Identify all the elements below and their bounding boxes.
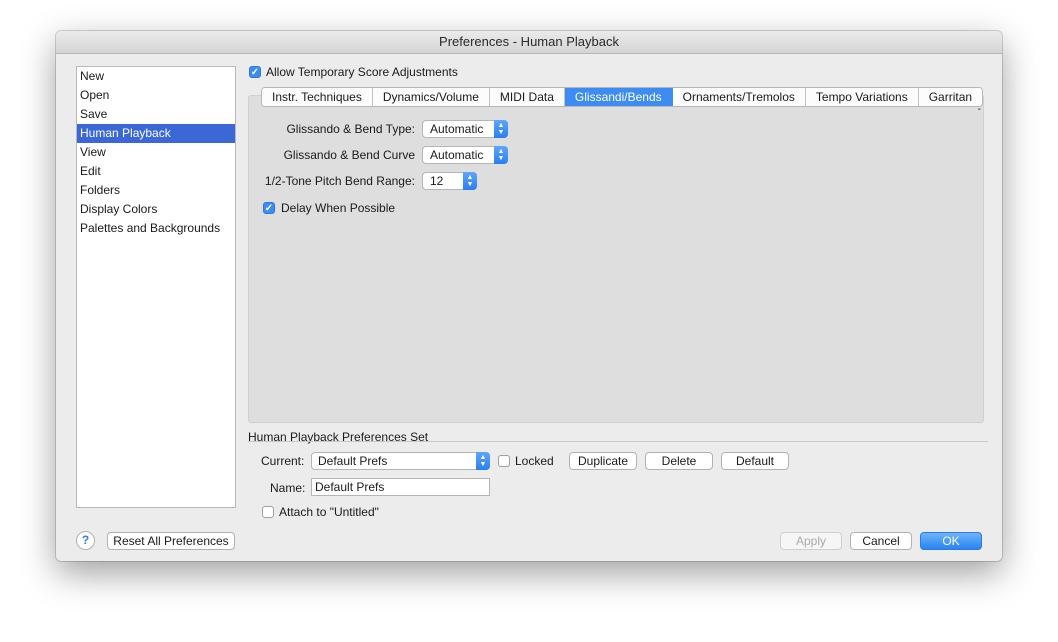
prefs-set-divider [248,441,988,442]
sidebar-item-folders[interactable]: Folders [77,181,235,200]
sidebar-item-human-playback[interactable]: Human Playback [77,124,235,143]
glissando-curve-popup[interactable]: Automatic ▲ ▼ [422,146,508,164]
sidebar-item-palettes-backgrounds[interactable]: Palettes and Backgrounds [77,219,235,238]
tab-dynamics-volume[interactable]: Dynamics/Volume [372,88,490,106]
pitch-bend-range-popup[interactable]: 12 ▲ ▼ [422,172,477,190]
name-field[interactable]: Default Prefs [311,478,490,496]
pitch-bend-range-value: 12 [430,174,444,188]
tab-midi-data[interactable]: MIDI Data [489,88,565,106]
sidebar-item-open[interactable]: Open [77,86,235,105]
default-button[interactable]: Default [721,452,789,470]
delete-button[interactable]: Delete [645,452,713,470]
sidebar-item-save[interactable]: Save [77,105,235,124]
duplicate-button[interactable]: Duplicate [569,452,637,470]
preferences-window: Preferences - Human Playback New Open Sa… [56,31,1002,561]
glissando-type-popup[interactable]: Automatic ▲ ▼ [422,120,508,138]
apply-button[interactable]: Apply [780,532,842,550]
current-label: Current: [261,454,305,468]
ok-button[interactable]: OK [920,532,982,550]
tab-panel: - [248,95,984,423]
tab-tempo-variations[interactable]: Tempo Variations [805,88,919,106]
popup-arrows-icon: ▲ ▼ [494,146,508,164]
help-icon[interactable]: ? [76,531,95,550]
sidebar-item-view[interactable]: View [77,143,235,162]
glissando-curve-label: Glissando & Bend Curve [283,148,415,162]
delay-when-possible-checkbox[interactable]: ✓ [263,202,275,214]
locked-checkbox[interactable] [498,455,510,467]
tab-ornaments-tremolos[interactable]: Ornaments/Tremolos [672,88,806,106]
popup-arrows-icon: ▲ ▼ [463,172,477,190]
attach-untitled-label: Attach to "Untitled" [279,505,379,519]
pitch-bend-range-label: 1/2-Tone Pitch Bend Range: [264,174,415,188]
popup-arrows-icon: ▲ ▼ [476,452,490,470]
attach-untitled-checkbox[interactable] [262,506,274,518]
tab-glissandi-bends[interactable]: Glissandi/Bends [564,88,673,106]
current-prefs-popup[interactable]: Default Prefs ▲ ▼ [311,452,490,470]
allow-temporary-adjustments-checkbox[interactable]: ✓ [249,66,261,78]
reset-all-preferences-button[interactable]: Reset All Preferences [107,532,235,550]
delay-when-possible-label: Delay When Possible [281,201,396,215]
window-title: Preferences - Human Playback [56,31,1002,54]
current-prefs-value: Default Prefs [318,454,388,468]
name-label: Name: [270,481,306,495]
glissando-curve-value: Automatic [430,148,484,162]
tab-garritan[interactable]: Garritan [918,88,983,106]
allow-temporary-adjustments-label: Allow Temporary Score Adjustments [266,65,458,79]
popup-arrows-icon: ▲ ▼ [494,120,508,138]
glissando-type-value: Automatic [430,122,484,136]
locked-label: Locked [515,454,554,468]
glissando-type-label: Glissando & Bend Type: [286,122,415,136]
sidebar-item-display-colors[interactable]: Display Colors [77,200,235,219]
tab-instr-techniques[interactable]: Instr. Techniques [262,88,373,106]
sidebar-item-new[interactable]: New [77,67,235,86]
sidebar-item-edit[interactable]: Edit [77,162,235,181]
cancel-button[interactable]: Cancel [850,532,912,550]
preferences-sidebar: New Open Save Human Playback View Edit F… [76,66,236,508]
tab-bar: Instr. Techniques Dynamics/Volume MIDI D… [261,87,984,107]
